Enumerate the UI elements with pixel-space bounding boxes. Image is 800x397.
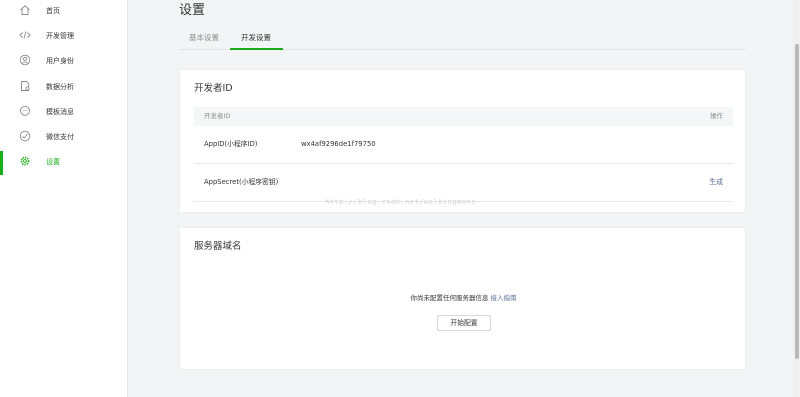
sidebar: 首页 开发管理 用户身份 数据分析 模板消息 微信支付 设置	[0, 0, 128, 397]
analytics-icon	[19, 80, 31, 92]
server-domain-card: 服务器域名 你尚未配置任何服务器信息 接入指南 开始配置	[179, 227, 746, 370]
empty-state-text: 你尚未配置任何服务器信息 接入指南	[180, 294, 747, 303]
appsecret-label: AppSecret(小程序密钥)	[204, 178, 279, 186]
scrollbar-thumb[interactable]	[795, 44, 799, 359]
sidebar-item-label: 微信支付	[46, 133, 74, 141]
developer-id-card: 开发者ID 开发者ID 操作 AppID(小程序ID) wx4af9296de1…	[179, 69, 746, 213]
sidebar-item-user-identity[interactable]: 用户身份	[0, 50, 128, 74]
message-icon	[19, 105, 31, 117]
sidebar-item-label: 数据分析	[46, 83, 74, 91]
column-header-action: 操作	[710, 112, 723, 120]
page-title: 设置	[179, 3, 206, 18]
column-header-developer-id: 开发者ID	[204, 112, 231, 120]
sidebar-item-label: 模板消息	[46, 108, 74, 116]
tab-dev-settings[interactable]: 开发设置	[241, 32, 271, 44]
table-row: AppSecret(小程序密钥) 生成	[194, 164, 733, 202]
gear-icon	[19, 155, 31, 167]
payment-icon	[19, 130, 31, 142]
tab-basic-settings[interactable]: 基本设置	[189, 32, 219, 44]
sidebar-item-dev-management[interactable]: 开发管理	[0, 25, 128, 49]
start-config-button[interactable]: 开始配置	[437, 315, 491, 331]
table-header: 开发者ID 操作	[194, 107, 733, 126]
code-icon	[19, 29, 31, 41]
home-icon	[19, 4, 31, 16]
empty-message: 你尚未配置任何服务器信息	[410, 294, 489, 302]
appid-label: AppID(小程序ID)	[204, 140, 258, 148]
generate-secret-link[interactable]: 生成	[709, 178, 723, 187]
sidebar-item-template-message[interactable]: 模板消息	[0, 101, 128, 125]
sidebar-item-label: 用户身份	[46, 57, 74, 65]
sidebar-item-settings[interactable]: 设置	[0, 151, 128, 175]
active-tab-underline	[230, 48, 283, 50]
card-title: 服务器域名	[194, 241, 242, 252]
sidebar-item-home[interactable]: 首页	[0, 0, 128, 24]
user-icon	[19, 54, 31, 66]
tab-bar: 基本设置 开发设置	[179, 30, 746, 50]
sidebar-item-label: 开发管理	[46, 32, 74, 40]
watermark: http://blog.csdn.net/walkingmanc	[325, 198, 476, 206]
active-indicator	[0, 151, 3, 175]
sidebar-item-label: 设置	[46, 158, 60, 166]
sidebar-item-wechat-pay[interactable]: 微信支付	[0, 126, 128, 150]
sidebar-item-label: 首页	[46, 7, 60, 15]
appid-value: wx4af9296de1f79750	[301, 140, 376, 148]
card-title: 开发者ID	[194, 83, 233, 94]
table-row: AppID(小程序ID) wx4af9296de1f79750	[194, 126, 733, 164]
guide-link[interactable]: 接入指南	[491, 294, 517, 302]
sidebar-item-data-analysis[interactable]: 数据分析	[0, 76, 128, 100]
